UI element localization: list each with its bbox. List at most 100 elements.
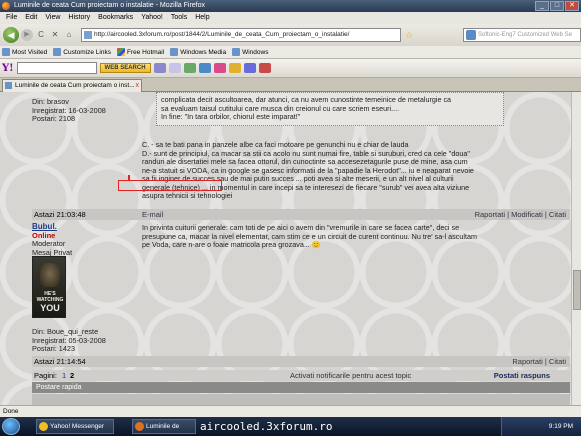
system-tray: 9:19 PM: [501, 417, 581, 436]
maximize-button[interactable]: □: [550, 1, 564, 11]
menu-tools[interactable]: Tools: [167, 12, 191, 24]
post-line: asupra tehnicii si tehnologiei: [142, 191, 233, 200]
page-content: Din: brasov Inregistrat: 16-03-2008 Post…: [0, 92, 581, 405]
post2-body: In privinta cuiturii generale: cam toti …: [142, 223, 570, 250]
minimize-button[interactable]: _: [535, 1, 549, 11]
window-controls: _ □ ✕: [535, 1, 579, 11]
menu-bookmarks[interactable]: Bookmarks: [94, 12, 137, 24]
yahoo-toolbar: Y! WEB SEARCH: [0, 59, 581, 78]
bookmarks-toolbar: Most Visited Customize Links Free Hotmai…: [0, 46, 581, 59]
toolbar-tool-icon[interactable]: [198, 63, 211, 73]
menu-edit[interactable]: Edit: [21, 12, 41, 24]
window-titlebar: Luminile de ceata Cum proiectam o instal…: [0, 0, 581, 12]
stop-button[interactable]: ✕: [49, 29, 61, 41]
toolbar-tool-icon[interactable]: [183, 63, 196, 73]
post-timestamp: Astazi 21:03:48: [34, 210, 86, 219]
taskbar-yahoo-messenger[interactable]: Yahoo! Messenger: [36, 419, 114, 434]
menu-history[interactable]: History: [64, 12, 94, 24]
quick-reply-header[interactable]: Postare rapida: [32, 382, 570, 393]
page-link-1[interactable]: 1: [62, 370, 66, 381]
smiley-icon: 😊: [311, 240, 321, 249]
author-avatar: HE'S WATCHING YOU: [32, 256, 66, 318]
tab-favicon-icon: [5, 82, 12, 89]
taskbar-button-label: Yahoo! Messenger: [50, 423, 105, 430]
site-favicon-icon: [84, 31, 92, 39]
bookmark-folder-icon: [2, 48, 10, 56]
post1-footer: Astazi 21:03:48 E-mail Raportati | Modif…: [32, 209, 570, 220]
post-reply-link[interactable]: Postati raspuns: [494, 370, 550, 381]
page-icon: [53, 48, 62, 56]
url-text: http://aircooled.3xforum.ro/post/1844/2/…: [94, 31, 350, 38]
clock: 9:19 PM: [548, 423, 573, 430]
toolbar-tool-icon[interactable]: [243, 63, 256, 73]
bookmark-windows-media[interactable]: Windows Media: [170, 46, 226, 58]
vertical-scrollbar[interactable]: [571, 92, 581, 405]
avatar-caption-large: YOU: [40, 303, 60, 313]
reload-button[interactable]: C: [35, 29, 47, 41]
menu-view[interactable]: View: [41, 12, 64, 24]
status-text: Done: [3, 408, 19, 415]
quick-reply-area: [32, 394, 570, 405]
back-button[interactable]: ◀: [3, 27, 19, 43]
toolbar-tool-icon[interactable]: [153, 63, 166, 73]
email-link[interactable]: E-mail: [142, 209, 163, 220]
bookmark-label: Windows: [242, 48, 269, 56]
bookmark-customize-links[interactable]: Customize Links: [53, 46, 111, 58]
url-bar[interactable]: http://aircooled.3xforum.ro/post/1844/2/…: [81, 28, 401, 42]
toolbar-tool-icon[interactable]: [258, 63, 271, 73]
bookmark-windows[interactable]: Windows: [232, 46, 268, 58]
close-window-button[interactable]: ✕: [565, 1, 579, 11]
post-timestamp: Astazi 21:14:54: [34, 357, 86, 366]
messenger-icon: [39, 422, 48, 431]
start-button[interactable]: [2, 418, 20, 435]
author-post-count: Postari: 2108: [32, 114, 75, 124]
post1-body: C. - sa te bati pana in panzele albe ca …: [142, 140, 570, 201]
windows-logo-icon: [116, 48, 125, 56]
tab-title: Luminile de ceata Cum proiectam o inst..…: [15, 82, 135, 89]
post-line-text: pe Voda, care n-are o foaie matricola pr…: [142, 240, 310, 249]
avatar-caption: HE'S WATCHING: [36, 291, 64, 303]
menu-help[interactable]: Help: [191, 12, 213, 24]
firefox-icon: [2, 2, 10, 10]
toolbar-tool-icon[interactable]: [228, 63, 241, 73]
avatar-face: [40, 263, 60, 287]
tab-active[interactable]: Luminile de ceata Cum proiectam o inst..…: [2, 79, 142, 92]
pagination-row: Pagini: 1 2 Activati notificarile pentru…: [32, 370, 570, 381]
mail-icon[interactable]: [168, 63, 181, 73]
search-input[interactable]: Softonic-Eng7 Customized Web Se: [463, 28, 581, 42]
post-line: pe Voda, care n-are o foaie matricola pr…: [142, 240, 570, 250]
taskbar-firefox[interactable]: Luminile de: [132, 419, 196, 434]
menu-file[interactable]: File: [2, 12, 21, 24]
navigation-toolbar: ◀ ▶ C ✕ ⌂ http://aircooled.3xforum.ro/po…: [0, 24, 581, 46]
yahoo-search-input[interactable]: [16, 62, 97, 74]
post-actions[interactable]: Raportati | Modificati | Citati: [475, 209, 566, 220]
search-placeholder: Softonic-Eng7 Customized Web Se: [478, 32, 572, 38]
bookmark-label: Windows Media: [180, 48, 227, 56]
taskbar-button-label: Luminile de: [146, 423, 180, 430]
scrollbar-thumb[interactable]: [573, 270, 581, 310]
yahoo-logo[interactable]: Y!: [2, 63, 14, 74]
quote-line: In fine: "In tara orbilor, chiorul este …: [161, 112, 301, 121]
pages-label: Pagini:: [34, 371, 57, 380]
menu-bar: File Edit View History Bookmarks Yahoo! …: [0, 12, 581, 24]
bookmark-label: Most Visited: [12, 48, 48, 56]
search-engine-icon: [466, 30, 476, 40]
post-actions[interactable]: Raportati | Citati: [512, 356, 566, 367]
bookmark-star-icon[interactable]: ☆: [403, 30, 415, 41]
web-search-button[interactable]: WEB SEARCH: [99, 63, 151, 73]
post1-author-info: Din: brasov Inregistrat: 16-03-2008 Post…: [32, 97, 140, 124]
forward-button[interactable]: ▶: [21, 29, 33, 41]
menu-yahoo[interactable]: Yahoo!: [137, 12, 167, 24]
tab-strip: Luminile de ceata Cum proiectam o inst..…: [0, 78, 581, 92]
page-icon: [232, 48, 241, 56]
tab-close-icon[interactable]: x: [136, 80, 140, 92]
bookmark-free-hotmail[interactable]: Free Hotmail: [116, 46, 164, 58]
post2-author-info: Bubul. Online Moderator Mesaj Privat: [32, 222, 140, 257]
bookmark-most-visited[interactable]: Most Visited: [2, 46, 47, 58]
firefox-icon: [135, 422, 144, 431]
home-button[interactable]: ⌂: [63, 29, 75, 41]
window-title: Luminile de ceata Cum proiectam o instal…: [14, 2, 206, 9]
notify-link[interactable]: Activati notificarile pentru acest topic: [290, 370, 411, 381]
toolbar-tool-icon[interactable]: [213, 63, 226, 73]
status-bar: Done: [0, 405, 581, 417]
